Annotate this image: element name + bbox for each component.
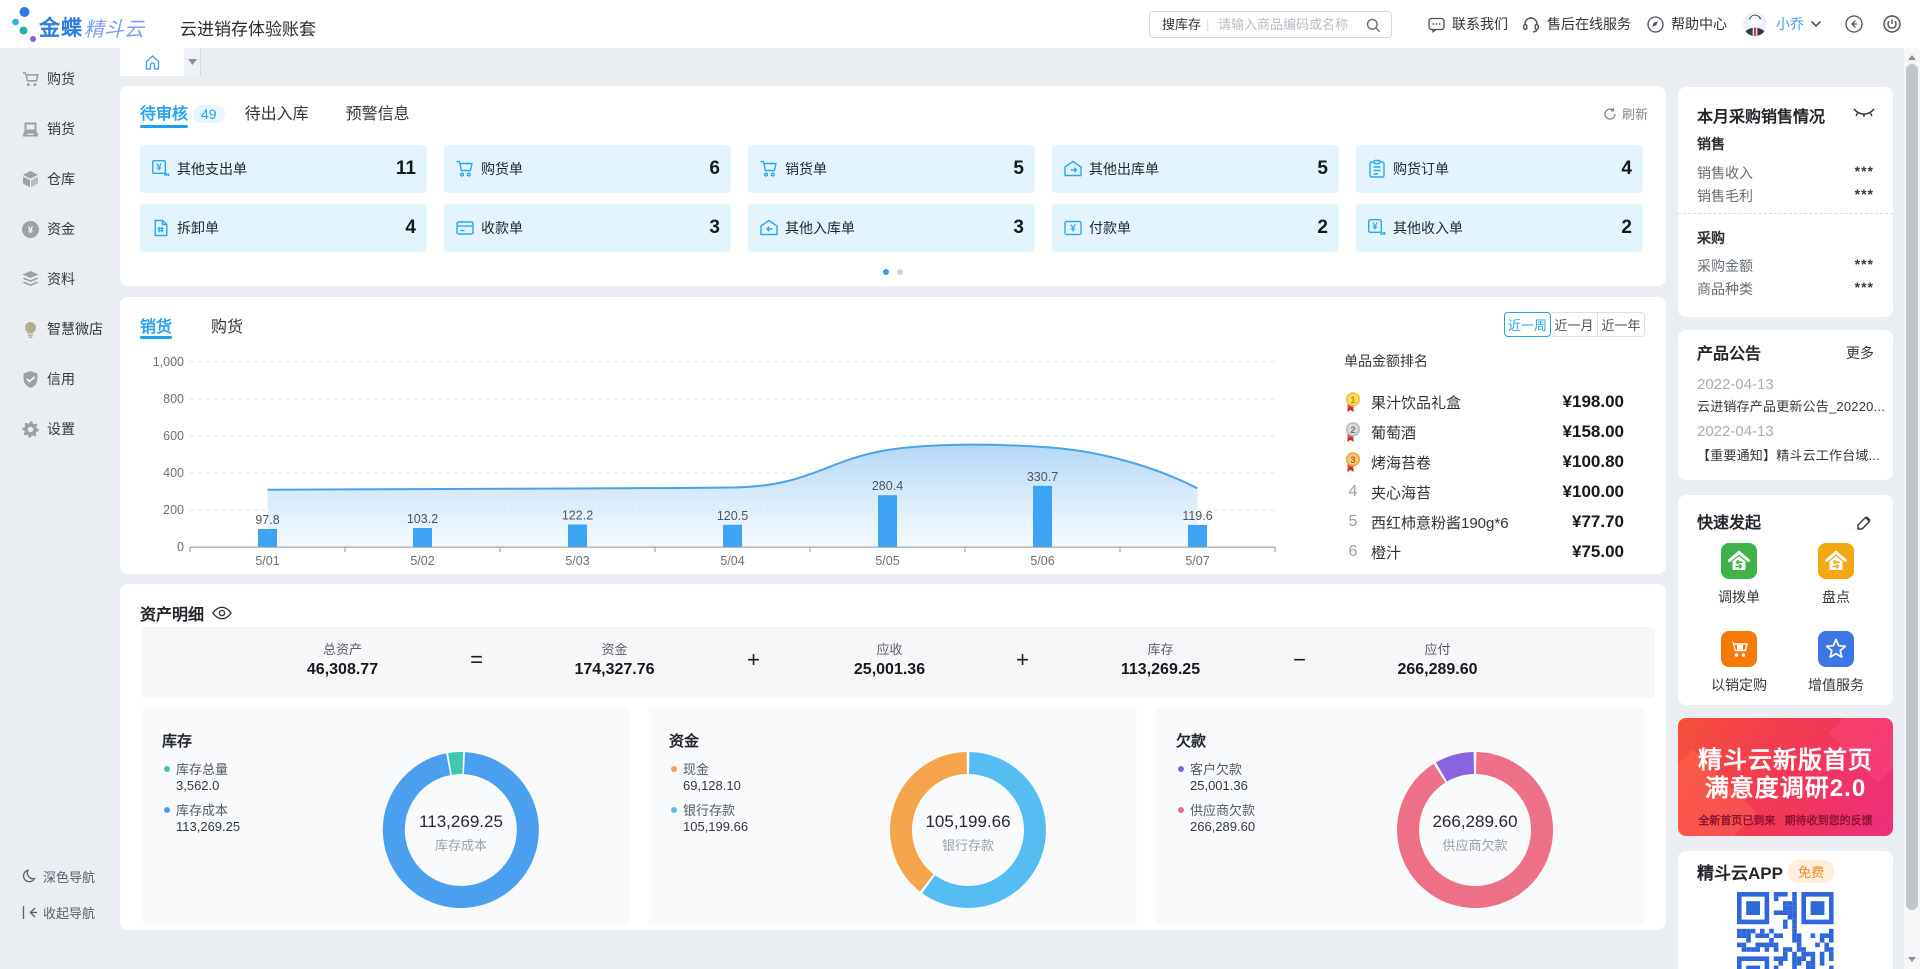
- svg-text:330.7: 330.7: [1027, 470, 1058, 484]
- svg-text:2: 2: [1350, 424, 1355, 435]
- svg-text:200: 200: [163, 503, 184, 517]
- svg-text:800: 800: [163, 392, 184, 406]
- svg-text:103.2: 103.2: [407, 512, 438, 526]
- svg-text:5/07: 5/07: [1185, 554, 1209, 568]
- svg-text:119.6: 119.6: [1182, 509, 1212, 523]
- svg-text:1,000: 1,000: [153, 355, 184, 369]
- svg-text:5/04: 5/04: [720, 554, 744, 568]
- svg-text:600: 600: [163, 429, 184, 443]
- svg-text:400: 400: [163, 466, 184, 480]
- svg-text:¥: ¥: [28, 225, 34, 236]
- svg-text:¥: ¥: [1372, 222, 1378, 233]
- svg-text:97.8: 97.8: [255, 513, 279, 527]
- svg-text:5/05: 5/05: [875, 554, 899, 568]
- svg-text:5/03: 5/03: [565, 554, 589, 568]
- svg-text:120.5: 120.5: [717, 509, 748, 523]
- svg-text:5/02: 5/02: [410, 554, 434, 568]
- svg-text:280.4: 280.4: [872, 479, 903, 493]
- svg-text:¥: ¥: [156, 163, 162, 174]
- svg-text:5/01: 5/01: [255, 554, 279, 568]
- svg-text:0: 0: [177, 540, 184, 554]
- svg-text:122.2: 122.2: [562, 509, 593, 523]
- svg-text:3: 3: [1350, 454, 1355, 465]
- svg-text:5/06: 5/06: [1030, 554, 1054, 568]
- svg-text:1: 1: [1350, 394, 1356, 405]
- svg-text:¥: ¥: [1070, 224, 1076, 235]
